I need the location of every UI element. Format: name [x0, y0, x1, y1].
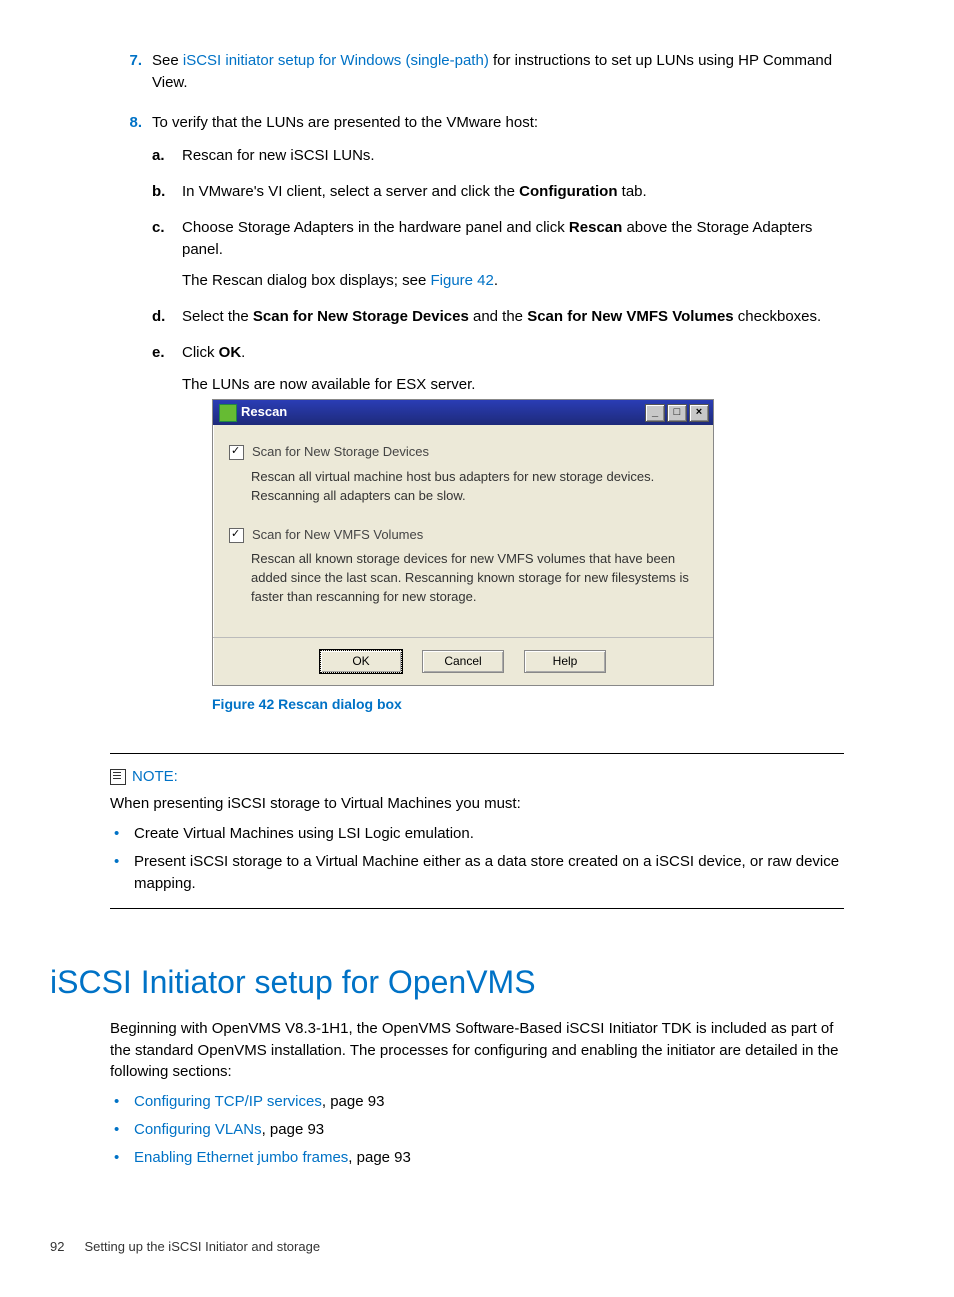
option-description: Rescan all virtual machine host bus adap…: [251, 468, 697, 506]
text: Choose Storage Adapters in the hardware …: [182, 217, 844, 292]
ok-button[interactable]: OK: [320, 650, 402, 673]
text: , page 93: [262, 1121, 325, 1138]
link-iscsi-windows[interactable]: iSCSI initiator setup for Windows (singl…: [183, 52, 489, 69]
note-heading: NOTE:: [110, 766, 844, 788]
step-number: 8.: [110, 112, 152, 729]
close-button[interactable]: ×: [689, 404, 709, 422]
section-heading: iSCSI Initiator setup for OpenVMS: [50, 959, 844, 1005]
divider: [110, 753, 844, 754]
cancel-button[interactable]: Cancel: [422, 650, 504, 673]
link-tcpip[interactable]: Configuring TCP/IP services: [134, 1093, 322, 1110]
checkbox-scan-vmfs[interactable]: [229, 528, 244, 543]
step-body: To verify that the LUNs are presented to…: [152, 112, 844, 729]
option-description: Rescan all known storage devices for new…: [251, 550, 697, 607]
text: See: [152, 52, 183, 69]
step-7: 7. See iSCSI initiator setup for Windows…: [110, 50, 844, 94]
page-number: 92: [50, 1238, 64, 1257]
checkbox-label: Scan for New Storage Devices: [252, 443, 429, 462]
page-footer: 92 Setting up the iSCSI Initiator and st…: [50, 1238, 844, 1257]
dialog-titlebar: Rescan _ □ ×: [213, 400, 713, 425]
step-8: 8. To verify that the LUNs are presented…: [110, 112, 844, 729]
text: , page 93: [348, 1149, 411, 1166]
bullet-text: Present iSCSI storage to a Virtual Machi…: [134, 851, 844, 895]
maximize-button[interactable]: □: [667, 404, 687, 422]
link-jumbo[interactable]: Enabling Ethernet jumbo frames: [134, 1149, 348, 1166]
checkbox-label: Scan for New VMFS Volumes: [252, 526, 423, 545]
text: In VMware's VI client, select a server a…: [182, 181, 844, 203]
checkbox-scan-storage[interactable]: [229, 445, 244, 460]
substep-b: b. In VMware's VI client, select a serve…: [152, 181, 844, 203]
bullet-text: Create Virtual Machines using LSI Logic …: [134, 823, 844, 845]
substep-marker: c.: [152, 217, 182, 292]
text: Click OK. The LUNs are now available for…: [182, 342, 844, 715]
figure-caption: Figure 42 Rescan dialog box: [212, 694, 844, 714]
minimize-button[interactable]: _: [645, 404, 665, 422]
substep-d: d. Select the Scan for New Storage Devic…: [152, 306, 844, 328]
step-body: See iSCSI initiator setup for Windows (s…: [152, 50, 844, 94]
rescan-dialog: Rescan _ □ ×: [212, 399, 714, 686]
substep-c: c. Choose Storage Adapters in the hardwa…: [152, 217, 844, 292]
step-number: 7.: [110, 50, 152, 94]
substep-e: e. Click OK. The LUNs are now available …: [152, 342, 844, 715]
text: To verify that the LUNs are presented to…: [152, 114, 538, 131]
chapter-title: Setting up the iSCSI Initiator and stora…: [84, 1238, 320, 1257]
section-links: Configuring TCP/IP services, page 93 Con…: [110, 1091, 844, 1168]
note-icon: [110, 769, 126, 785]
divider: [110, 908, 844, 909]
substeps: a. Rescan for new iSCSI LUNs. b. In VMwa…: [152, 145, 844, 714]
substep-marker: b.: [152, 181, 182, 203]
app-icon: [219, 404, 237, 422]
dialog-title: Rescan: [241, 403, 287, 422]
text: Rescan for new iSCSI LUNs.: [182, 145, 844, 167]
help-button[interactable]: Help: [524, 650, 606, 673]
text: , page 93: [322, 1093, 385, 1110]
link-figure-42[interactable]: Figure 42: [430, 272, 493, 289]
substep-marker: e.: [152, 342, 182, 715]
section-paragraph: Beginning with OpenVMS V8.3-1H1, the Ope…: [110, 1018, 844, 1083]
note-bullets: Create Virtual Machines using LSI Logic …: [110, 823, 844, 894]
substep-a: a. Rescan for new iSCSI LUNs.: [152, 145, 844, 167]
substep-marker: a.: [152, 145, 182, 167]
ordered-steps: 7. See iSCSI initiator setup for Windows…: [110, 50, 844, 729]
link-vlans[interactable]: Configuring VLANs: [134, 1121, 262, 1138]
substep-marker: d.: [152, 306, 182, 328]
note-label: NOTE:: [132, 766, 178, 788]
note-intro: When presenting iSCSI storage to Virtual…: [110, 793, 844, 815]
text: Select the Scan for New Storage Devices …: [182, 306, 844, 328]
